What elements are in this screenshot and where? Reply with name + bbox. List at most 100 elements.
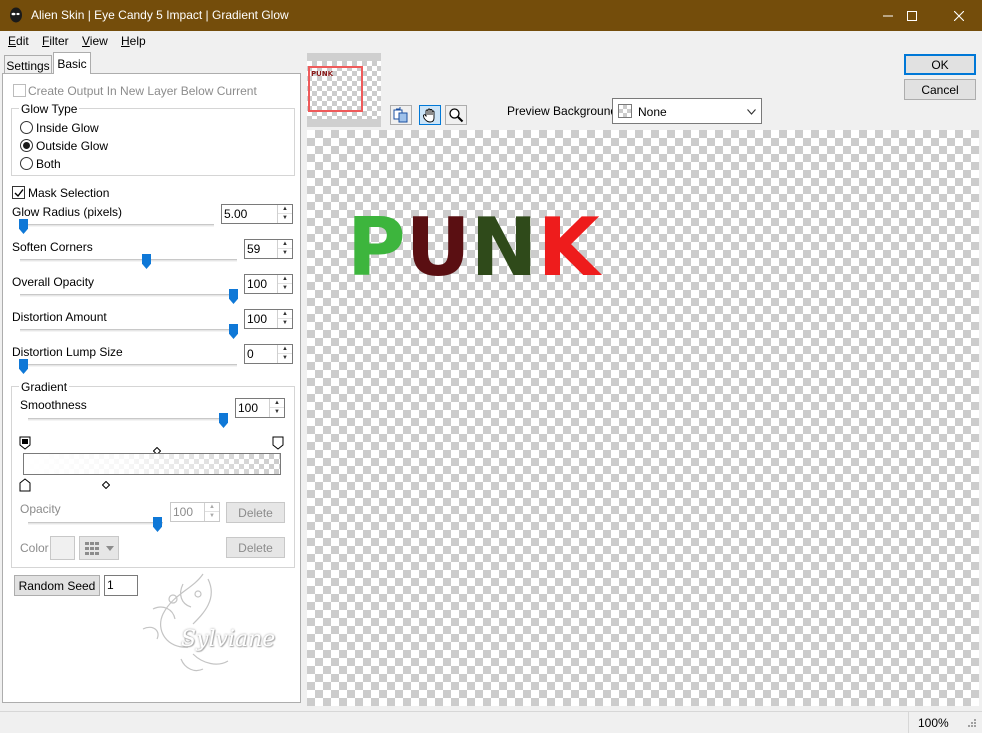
glow-radius-spinner[interactable]: ▲▼ bbox=[221, 204, 293, 224]
spin-up-arrow-icon[interactable]: ▲ bbox=[278, 205, 292, 214]
spin-down-arrow-icon[interactable]: ▼ bbox=[278, 284, 292, 293]
distortion-lump-size-label: Distortion Lump Size bbox=[12, 345, 123, 359]
distortion-amount-track[interactable] bbox=[20, 329, 237, 332]
menu-help-label: elp bbox=[129, 34, 146, 48]
menu-view[interactable]: View bbox=[82, 34, 108, 48]
gradient-color-stop-right[interactable] bbox=[272, 436, 284, 453]
mask-selection-text: Mask Selection bbox=[28, 186, 110, 200]
title-bar: Alien Skin | Eye Candy 5 Impact | Gradie… bbox=[0, 0, 982, 31]
ok-label: OK bbox=[931, 57, 949, 72]
before-after-button[interactable] bbox=[390, 105, 412, 125]
distortion-lump-size-track[interactable] bbox=[20, 364, 237, 367]
status-divider bbox=[908, 712, 909, 733]
spin-up-arrow-icon[interactable]: ▲ bbox=[270, 399, 284, 408]
spin-down-arrow-icon[interactable]: ▼ bbox=[278, 249, 292, 258]
color-picker-dropdown[interactable] bbox=[79, 536, 119, 560]
menu-edit[interactable]: Edit bbox=[8, 34, 29, 48]
preview-background-select[interactable]: None bbox=[612, 98, 762, 124]
preview-canvas[interactable]: P U N K bbox=[307, 130, 979, 706]
gradient-opacity-label: Opacity bbox=[20, 502, 61, 516]
overall-opacity-spinner[interactable]: ▲▼ bbox=[244, 274, 293, 294]
glow-radius-track[interactable] bbox=[20, 224, 214, 227]
window-title: Alien Skin | Eye Candy 5 Impact | Gradie… bbox=[31, 8, 289, 22]
menu-bar: Edit Filter View Help bbox=[0, 31, 982, 51]
gradient-opacity-track[interactable] bbox=[28, 522, 163, 525]
spin-down-arrow-icon[interactable]: ▼ bbox=[205, 512, 219, 521]
glow-radius-input[interactable] bbox=[224, 207, 274, 221]
gradient-opacity-input[interactable] bbox=[173, 505, 201, 519]
spin-up-arrow-icon[interactable]: ▲ bbox=[278, 345, 292, 354]
soften-corners-input[interactable] bbox=[247, 242, 274, 256]
checkmark-icon bbox=[14, 189, 24, 198]
outside-glow-radio[interactable] bbox=[20, 139, 33, 152]
gradient-midpoint-bottom[interactable] bbox=[101, 478, 111, 492]
smoothness-spinner[interactable]: ▲▼ bbox=[235, 398, 285, 418]
distortion-amount-input[interactable] bbox=[247, 312, 274, 326]
random-seed-label: Random Seed bbox=[18, 578, 96, 593]
ok-button[interactable]: OK bbox=[904, 54, 976, 75]
overall-opacity-track[interactable] bbox=[20, 294, 237, 297]
tab-basic[interactable]: Basic bbox=[53, 52, 91, 74]
spin-down-arrow-icon[interactable]: ▼ bbox=[278, 319, 292, 328]
soften-corners-track[interactable] bbox=[20, 259, 237, 262]
glow-radius-label: Glow Radius (pixels) bbox=[12, 205, 123, 219]
gradient-color-swatch[interactable] bbox=[50, 536, 75, 560]
midpoint-diamond-icon bbox=[101, 480, 111, 490]
mask-selection-checkbox[interactable] bbox=[12, 186, 25, 199]
distortion-amount-spinner[interactable]: ▲▼ bbox=[244, 309, 293, 329]
glow-radius-thumb[interactable] bbox=[19, 219, 28, 234]
resize-grip-icon[interactable] bbox=[965, 718, 977, 730]
gradient-preview-bar[interactable] bbox=[23, 453, 281, 475]
color-stop-marker-icon bbox=[272, 436, 284, 450]
soften-corners-spinner[interactable]: ▲▼ bbox=[244, 239, 293, 259]
maximize-button[interactable] bbox=[889, 0, 935, 31]
distortion-lump-size-input[interactable] bbox=[247, 347, 274, 361]
cancel-button[interactable]: Cancel bbox=[904, 79, 976, 100]
spin-down-arrow-icon[interactable]: ▼ bbox=[278, 354, 292, 363]
spin-down-arrow-icon[interactable]: ▼ bbox=[270, 408, 284, 417]
distortion-amount-label: Distortion Amount bbox=[12, 310, 107, 324]
gradient-opacity-spinner[interactable]: ▲▼ bbox=[170, 502, 220, 522]
gradient-opacity-stop-left[interactable] bbox=[19, 478, 31, 495]
inside-glow-radio[interactable] bbox=[20, 121, 33, 134]
preview-background-label: Preview Background: bbox=[507, 104, 621, 118]
distortion-lump-size-spinner[interactable]: ▲▼ bbox=[244, 344, 293, 364]
spin-up-arrow-icon[interactable]: ▲ bbox=[278, 240, 292, 249]
random-seed-button[interactable]: Random Seed bbox=[14, 575, 100, 596]
smoothness-label: Smoothness bbox=[20, 398, 87, 412]
gradient-color-stop-left[interactable] bbox=[19, 436, 31, 453]
random-seed-input[interactable] bbox=[107, 578, 135, 592]
menu-filter[interactable]: Filter bbox=[42, 34, 69, 48]
color-stop-marker-icon bbox=[19, 436, 31, 450]
spin-up-arrow-icon[interactable]: ▲ bbox=[278, 310, 292, 319]
zoom-level: 100% bbox=[918, 716, 949, 730]
distortion-lump-size-thumb[interactable] bbox=[19, 359, 28, 374]
menu-help[interactable]: Help bbox=[121, 34, 146, 48]
menu-edit-label: dit bbox=[16, 34, 29, 48]
spin-down-arrow-icon[interactable]: ▼ bbox=[278, 214, 292, 223]
overall-opacity-input[interactable] bbox=[247, 277, 274, 291]
tab-settings[interactable]: Settings bbox=[4, 55, 52, 75]
tab-settings-label: Settings bbox=[6, 58, 50, 73]
smoothness-track[interactable] bbox=[28, 418, 228, 421]
spin-up-arrow-icon[interactable]: ▲ bbox=[278, 275, 292, 284]
delete-opacity-stop-button[interactable]: Delete bbox=[226, 502, 285, 523]
smoothness-input[interactable] bbox=[238, 401, 266, 415]
outside-glow-label: Outside Glow bbox=[36, 139, 109, 153]
spin-up-arrow-icon[interactable]: ▲ bbox=[205, 503, 219, 512]
delete-color-stop-button[interactable]: Delete bbox=[226, 537, 285, 558]
navigator-thumbnail[interactable]: PUNK bbox=[307, 53, 381, 127]
distortion-amount-thumb[interactable] bbox=[229, 324, 238, 339]
close-button[interactable] bbox=[936, 0, 982, 31]
create-output-checkbox[interactable] bbox=[13, 84, 26, 97]
menu-edit-accel: E bbox=[8, 34, 17, 48]
soften-corners-thumb[interactable] bbox=[142, 254, 151, 269]
zoom-tool-button[interactable] bbox=[445, 105, 467, 125]
alien-skin-app-icon bbox=[8, 7, 24, 23]
create-output-label: Create Output In New Layer Below Current bbox=[28, 84, 257, 98]
both-radio[interactable] bbox=[20, 157, 33, 170]
hand-tool-button[interactable] bbox=[419, 105, 441, 125]
basic-settings-panel: Create Output In New Layer Below Current… bbox=[2, 73, 301, 703]
preview-word: P U N K bbox=[347, 208, 600, 288]
overall-opacity-thumb[interactable] bbox=[229, 289, 238, 304]
